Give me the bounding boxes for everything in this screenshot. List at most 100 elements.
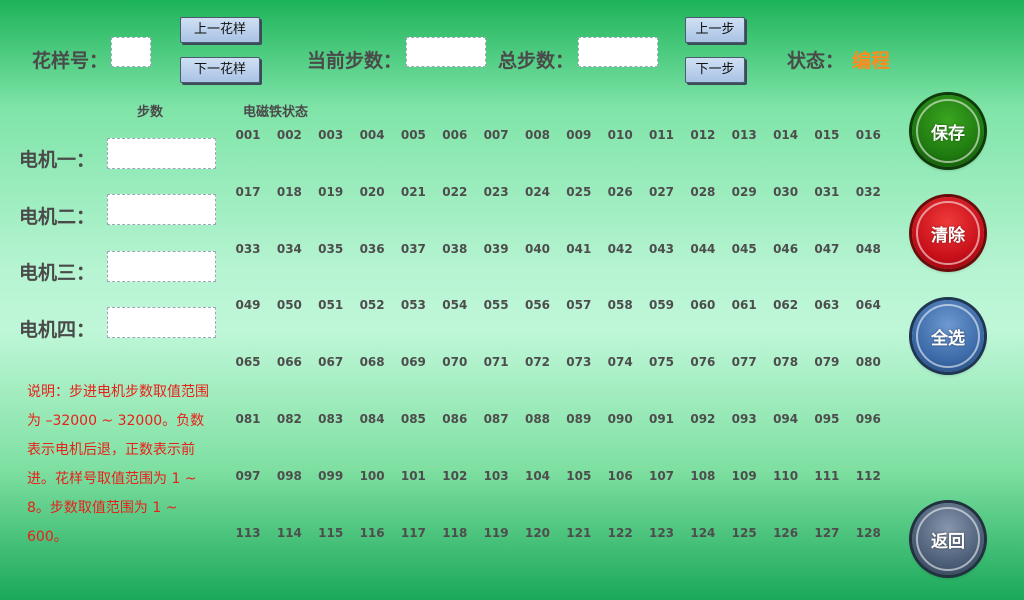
magnet-cell[interactable]: 002 [269,128,309,142]
pattern-number-input[interactable] [111,37,151,67]
magnet-cell[interactable]: 053 [393,298,433,312]
magnet-cell[interactable]: 109 [724,469,764,483]
magnet-cell[interactable]: 087 [476,412,516,426]
magnet-cell[interactable]: 031 [807,185,847,199]
magnet-cell[interactable]: 055 [476,298,516,312]
motor-3-steps-input[interactable] [107,251,216,282]
magnet-cell[interactable]: 066 [269,355,309,369]
magnet-cell[interactable]: 032 [848,185,888,199]
magnet-cell[interactable]: 128 [848,526,888,540]
magnet-cell[interactable]: 116 [352,526,392,540]
magnet-cell[interactable]: 127 [807,526,847,540]
magnet-cell[interactable]: 075 [642,355,682,369]
magnet-cell[interactable]: 035 [311,242,351,256]
magnet-cell[interactable]: 068 [352,355,392,369]
magnet-cell[interactable]: 058 [600,298,640,312]
magnet-cell[interactable]: 093 [724,412,764,426]
magnet-cell[interactable]: 124 [683,526,723,540]
magnet-cell[interactable]: 024 [518,185,558,199]
magnet-cell[interactable]: 022 [435,185,475,199]
magnet-cell[interactable]: 108 [683,469,723,483]
magnet-cell[interactable]: 065 [228,355,268,369]
magnet-cell[interactable]: 102 [435,469,475,483]
magnet-cell[interactable]: 115 [311,526,351,540]
magnet-cell[interactable]: 088 [518,412,558,426]
magnet-cell[interactable]: 121 [559,526,599,540]
save-button[interactable]: 保存 [912,95,984,167]
magnet-cell[interactable]: 063 [807,298,847,312]
magnet-cell[interactable]: 125 [724,526,764,540]
magnet-cell[interactable]: 117 [393,526,433,540]
motor-1-steps-input[interactable] [107,138,216,169]
magnet-cell[interactable]: 051 [311,298,351,312]
magnet-cell[interactable]: 027 [642,185,682,199]
magnet-cell[interactable]: 073 [559,355,599,369]
magnet-cell[interactable]: 098 [269,469,309,483]
magnet-cell[interactable]: 012 [683,128,723,142]
magnet-cell[interactable]: 069 [393,355,433,369]
magnet-cell[interactable]: 010 [600,128,640,142]
magnet-cell[interactable]: 014 [766,128,806,142]
magnet-cell[interactable]: 023 [476,185,516,199]
magnet-cell[interactable]: 081 [228,412,268,426]
magnet-cell[interactable]: 001 [228,128,268,142]
magnet-cell[interactable]: 036 [352,242,392,256]
magnet-cell[interactable]: 020 [352,185,392,199]
magnet-cell[interactable]: 096 [848,412,888,426]
magnet-cell[interactable]: 008 [518,128,558,142]
magnet-cell[interactable]: 123 [642,526,682,540]
magnet-cell[interactable]: 064 [848,298,888,312]
clear-button[interactable]: 清除 [912,197,984,269]
magnet-cell[interactable]: 038 [435,242,475,256]
magnet-cell[interactable]: 097 [228,469,268,483]
magnet-cell[interactable]: 089 [559,412,599,426]
motor-4-steps-input[interactable] [107,307,216,338]
current-step-input[interactable] [406,37,486,67]
prev-step-button[interactable]: 上一步 [685,17,745,43]
magnet-cell[interactable]: 003 [311,128,351,142]
magnet-cell[interactable]: 083 [311,412,351,426]
magnet-cell[interactable]: 119 [476,526,516,540]
magnet-cell[interactable]: 103 [476,469,516,483]
magnet-cell[interactable]: 078 [766,355,806,369]
magnet-cell[interactable]: 071 [476,355,516,369]
magnet-cell[interactable]: 099 [311,469,351,483]
magnet-cell[interactable]: 054 [435,298,475,312]
magnet-cell[interactable]: 122 [600,526,640,540]
magnet-cell[interactable]: 017 [228,185,268,199]
magnet-cell[interactable]: 042 [600,242,640,256]
magnet-cell[interactable]: 080 [848,355,888,369]
magnet-cell[interactable]: 028 [683,185,723,199]
magnet-cell[interactable]: 061 [724,298,764,312]
magnet-cell[interactable]: 084 [352,412,392,426]
magnet-cell[interactable]: 072 [518,355,558,369]
magnet-cell[interactable]: 048 [848,242,888,256]
magnet-cell[interactable]: 033 [228,242,268,256]
magnet-cell[interactable]: 082 [269,412,309,426]
magnet-cell[interactable]: 100 [352,469,392,483]
magnet-cell[interactable]: 091 [642,412,682,426]
magnet-cell[interactable]: 060 [683,298,723,312]
magnet-cell[interactable]: 045 [724,242,764,256]
magnet-cell[interactable]: 043 [642,242,682,256]
magnet-cell[interactable]: 104 [518,469,558,483]
magnet-cell[interactable]: 106 [600,469,640,483]
magnet-cell[interactable]: 118 [435,526,475,540]
magnet-cell[interactable]: 107 [642,469,682,483]
magnet-cell[interactable]: 074 [600,355,640,369]
magnet-cell[interactable]: 039 [476,242,516,256]
magnet-cell[interactable]: 111 [807,469,847,483]
total-steps-input[interactable] [578,37,658,67]
magnet-cell[interactable]: 044 [683,242,723,256]
magnet-cell[interactable]: 005 [393,128,433,142]
magnet-cell[interactable]: 070 [435,355,475,369]
select-all-button[interactable]: 全选 [912,300,984,372]
magnet-cell[interactable]: 059 [642,298,682,312]
magnet-cell[interactable]: 101 [393,469,433,483]
magnet-cell[interactable]: 021 [393,185,433,199]
magnet-cell[interactable]: 006 [435,128,475,142]
magnet-cell[interactable]: 076 [683,355,723,369]
magnet-cell[interactable]: 086 [435,412,475,426]
magnet-cell[interactable]: 013 [724,128,764,142]
magnet-cell[interactable]: 062 [766,298,806,312]
